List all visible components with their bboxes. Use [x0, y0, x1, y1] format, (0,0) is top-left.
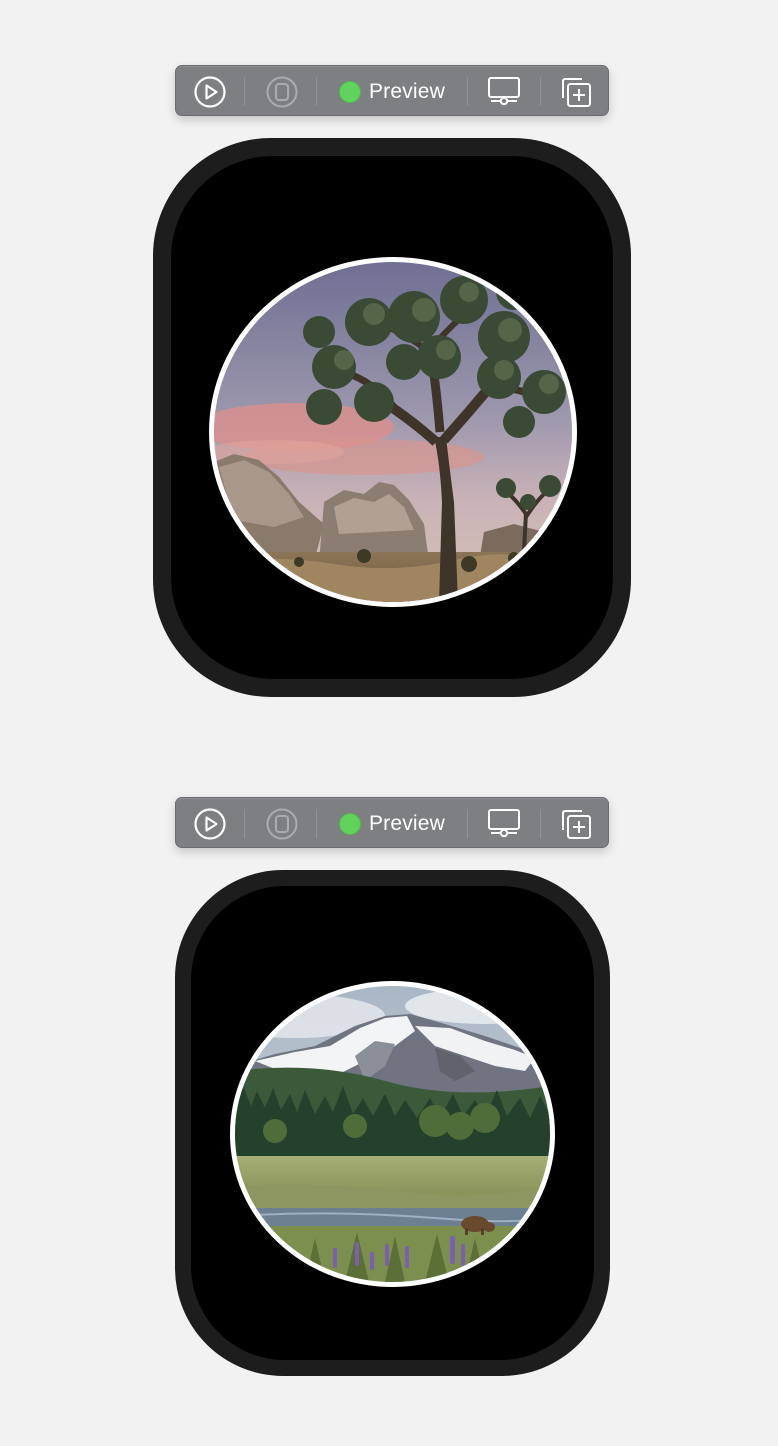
preview-toolbar: Preview — [175, 65, 609, 116]
preview-toolbar: Preview — [175, 797, 609, 848]
device-settings-icon — [488, 808, 520, 837]
device-button[interactable] — [262, 798, 302, 849]
watch-bezel — [175, 870, 610, 1376]
status-indicator — [338, 80, 361, 103]
preview-canvas-2: Preview — [0, 720, 778, 1446]
device-button[interactable] — [262, 66, 302, 117]
preview-canvas-1: Preview — [0, 0, 778, 720]
device-settings-button[interactable] — [484, 798, 524, 849]
watch-device-icon — [266, 76, 298, 107]
preview-label: Preview — [368, 811, 446, 835]
preview-status[interactable]: Preview — [332, 798, 452, 849]
device-settings-icon — [488, 76, 520, 105]
circular-photo-frame — [230, 981, 555, 1287]
desert-landscape-image — [214, 262, 572, 602]
duplicate-preview-button[interactable] — [556, 66, 596, 117]
toolbar-divider — [540, 809, 541, 838]
device-settings-button[interactable] — [484, 66, 524, 117]
watch-screen — [191, 886, 594, 1360]
watch-device-icon — [266, 808, 298, 839]
preview-status[interactable]: Preview — [332, 66, 452, 117]
preview-label: Preview — [368, 79, 446, 103]
circular-photo-frame — [209, 257, 577, 607]
toolbar-divider — [316, 77, 317, 106]
live-preview-button[interactable] — [190, 798, 230, 849]
toolbar-divider — [540, 77, 541, 106]
mountain-landscape-image — [235, 986, 550, 1282]
watch-screen — [171, 156, 613, 679]
duplicate-preview-button[interactable] — [556, 798, 596, 849]
mountain-meadow-photo — [235, 986, 550, 1282]
toolbar-divider — [467, 77, 468, 106]
toolbar-divider — [244, 809, 245, 838]
play-circle-icon — [194, 807, 226, 840]
duplicate-add-icon — [562, 809, 591, 839]
toolbar-divider — [467, 809, 468, 838]
play-circle-icon — [194, 75, 226, 108]
status-indicator — [338, 812, 361, 835]
live-preview-button[interactable] — [190, 66, 230, 117]
toolbar-divider — [244, 77, 245, 106]
duplicate-add-icon — [562, 77, 591, 107]
watch-bezel — [153, 138, 631, 697]
joshua-tree-photo — [214, 262, 572, 602]
toolbar-divider — [316, 809, 317, 838]
